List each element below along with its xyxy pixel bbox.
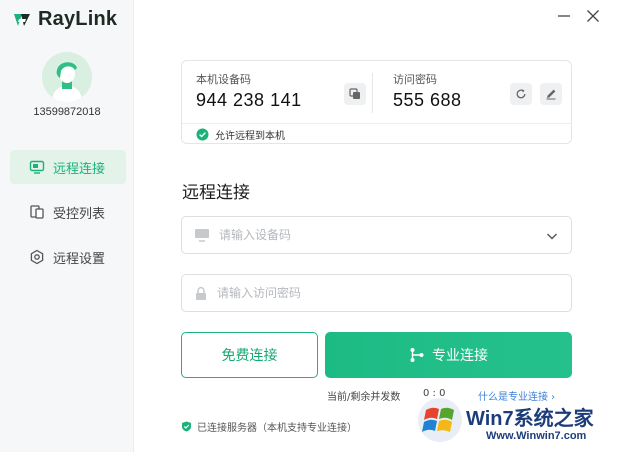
monitor-icon: [29, 160, 45, 174]
concurrent-label: 当前/剩余并发数: [327, 392, 401, 403]
sidebar-item-remote-settings[interactable]: 远程设置: [10, 240, 126, 274]
copy-icon: [349, 88, 360, 99]
close-button[interactable]: [583, 6, 603, 26]
watermark-title: Win7系统之家: [466, 408, 594, 430]
sidebar-item-label: 远程连接: [53, 161, 106, 177]
free-connect-button[interactable]: 免费连接: [181, 332, 318, 378]
user-avatar-icon: [42, 52, 92, 102]
access-password-input[interactable]: [217, 286, 517, 300]
card-divider: [372, 73, 373, 113]
section-title: 远程连接: [182, 183, 250, 203]
avatar[interactable]: [42, 52, 92, 102]
free-connect-label: 免费连接: [221, 348, 278, 364]
edit-password-button[interactable]: [540, 83, 562, 105]
windows-flag-logo-icon: [418, 398, 462, 442]
shield-check-icon: [182, 421, 191, 432]
sidebar: RayLink 13599872018 远程连接 受控列表 远程设置: [0, 0, 134, 452]
allow-remote-row: 允许远程到本机: [182, 123, 571, 144]
sidebar-item-controlled-list[interactable]: 受控列表: [10, 195, 126, 229]
devices-icon: [30, 205, 44, 219]
raylink-logo-icon: [14, 13, 30, 26]
allow-remote-label: 允许远程到本机: [215, 130, 285, 142]
check-circle-icon[interactable]: [196, 128, 209, 141]
refresh-password-button[interactable]: [510, 83, 532, 105]
share-nodes-icon: [410, 348, 424, 362]
pro-connect-button[interactable]: 专业连接: [325, 332, 572, 378]
pro-connect-label: 专业连接: [432, 348, 488, 364]
chevron-down-icon[interactable]: [545, 229, 559, 243]
edit-icon: [546, 89, 556, 100]
access-password-value: 555 688: [393, 90, 462, 110]
device-code-value: 944 238 141: [196, 90, 302, 110]
watermark: Win7系统之家 Www.Winwin7.com: [416, 396, 618, 448]
sidebar-item-remote-connect[interactable]: 远程连接: [10, 150, 126, 184]
minimize-button[interactable]: [554, 6, 574, 26]
app-logo: RayLink: [12, 8, 117, 31]
server-status-label: 已连接服务器（本机支持专业连接）: [197, 423, 357, 434]
device-code-input-field[interactable]: [181, 216, 572, 254]
sidebar-item-label: 远程设置: [53, 251, 106, 267]
access-password-input-field[interactable]: [181, 274, 572, 312]
user-id: 13599872018: [33, 106, 101, 118]
refresh-icon: [516, 89, 526, 99]
lock-icon: [196, 286, 206, 300]
device-code-label: 本机设备码: [196, 73, 251, 86]
settings-icon: [30, 249, 44, 265]
monitor-input-icon: [195, 229, 209, 242]
server-status: 已连接服务器（本机支持专业连接）: [181, 419, 357, 434]
device-code-input[interactable]: [219, 228, 519, 242]
app-name: RayLink: [38, 8, 118, 30]
watermark-url: Www.Winwin7.com: [486, 430, 587, 442]
minimize-icon: [558, 15, 570, 17]
access-password-label: 访问密码: [393, 73, 437, 86]
device-info-card: 本机设备码 944 238 141 访问密码 555 688 允许远程到本机: [181, 60, 572, 144]
sidebar-nav: 远程连接 受控列表 远程设置: [10, 150, 126, 285]
close-icon: [587, 10, 599, 22]
sidebar-item-label: 受控列表: [53, 206, 106, 222]
copy-code-button[interactable]: [344, 83, 366, 105]
